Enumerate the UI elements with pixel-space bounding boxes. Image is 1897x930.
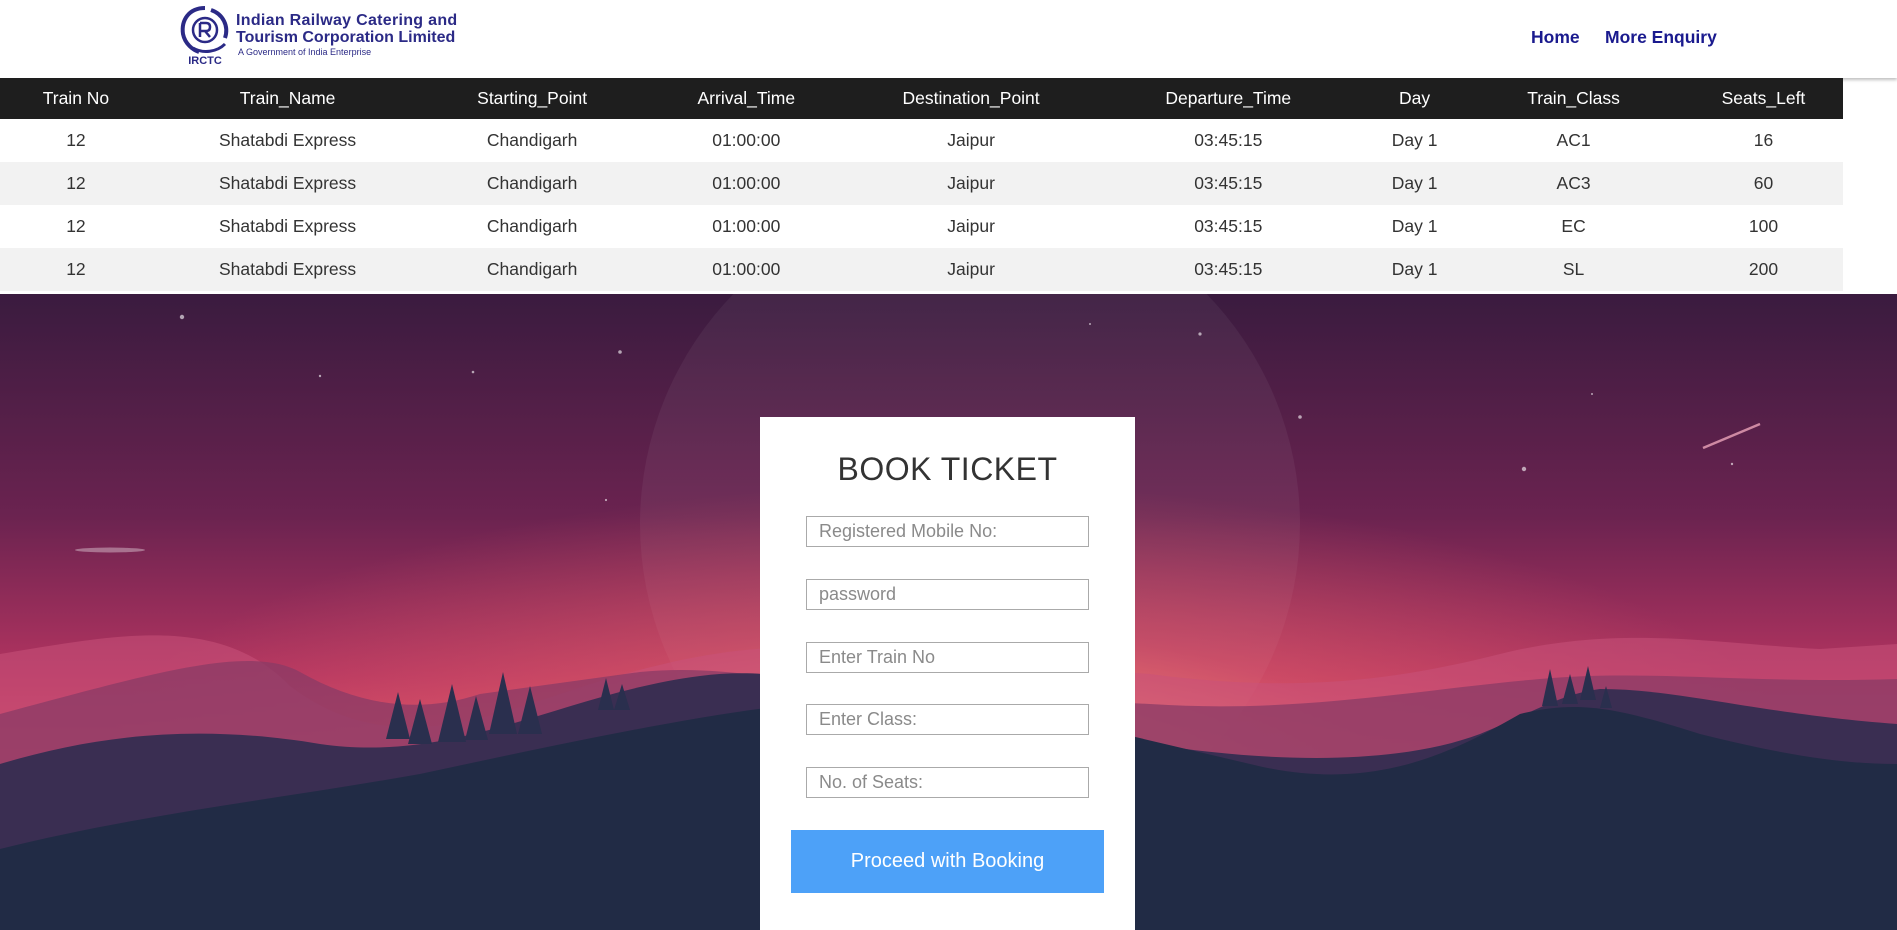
table-header-row: Train No Train_Name Starting_Point Arrival_… <box>0 78 1843 119</box>
column-header: Train No <box>42 88 110 108</box>
table-row: 12 Shatabdi Express Chandigarh 01:00:00 Jaip… <box>0 119 1843 162</box>
table-cell: Shatabdi Express <box>218 259 357 279</box>
column-header: Departure_Time <box>1165 88 1292 108</box>
table-cell: 01:00:00 <box>712 259 781 279</box>
table-cell: AC1 <box>1556 130 1591 150</box>
table-cell: 200 <box>1748 259 1779 279</box>
column-header: Train_Name <box>239 88 336 108</box>
table-row: 12 Shatabdi Express Chandigarh 01:00:00 Jaip… <box>0 205 1843 248</box>
table-cell: 12 <box>66 130 86 150</box>
table-cell: 60 <box>1753 173 1774 193</box>
table-cell: 01:00:00 <box>712 216 781 236</box>
table-cell: Chandigarh <box>486 259 578 279</box>
column-header: Destination_Point <box>902 88 1040 108</box>
table-cell: Shatabdi Express <box>218 216 357 236</box>
table-cell: Jaipur <box>947 216 995 236</box>
table-cell: Chandigarh <box>486 130 578 150</box>
column-header: Seats_Left <box>1721 88 1806 108</box>
class-input[interactable] <box>806 704 1089 735</box>
train-table: Train No Train_Name Starting_Point Arrival_… <box>0 78 1843 291</box>
proceed-booking-button[interactable]: Proceed with Booking <box>791 830 1104 893</box>
logo-text: IRCTC <box>188 55 222 66</box>
table-cell: 12 <box>66 259 86 279</box>
irctc-logo-icon: IRCTC <box>180 6 229 66</box>
site-header: IRCTC Indian Railway Catering and Touris… <box>0 0 1897 78</box>
table-cell: Day 1 <box>1391 216 1438 236</box>
brand-subtitle: A Government of India Enterprise <box>238 47 372 57</box>
table-cell: 12 <box>66 216 86 236</box>
table-cell: 01:00:00 <box>712 130 781 150</box>
brand-line-2: Tourism Corporation Limited <box>236 29 456 46</box>
table-cell: Day 1 <box>1391 173 1438 193</box>
table-body: 12 Shatabdi Express Chandigarh 01:00:00 Jaip… <box>0 119 1843 291</box>
table-row: 12 Shatabdi Express Chandigarh 01:00:00 Jaip… <box>0 162 1843 205</box>
nav-more-enquiry-link[interactable]: More Enquiry <box>1605 27 1717 48</box>
train-no-input[interactable] <box>806 642 1089 673</box>
nav-home-link[interactable]: Home <box>1531 27 1580 48</box>
form-title: BOOK TICKET <box>837 451 1058 487</box>
table-cell: AC3 <box>1556 173 1591 193</box>
table-row: 12 Shatabdi Express Chandigarh 01:00:00 Jaip… <box>0 248 1843 291</box>
table-cell: 03:45:15 <box>1194 173 1263 193</box>
password-input[interactable] <box>806 579 1089 610</box>
train-table-container: Train No Train_Name Starting_Point Arrival_… <box>0 78 1897 291</box>
table-cell: Jaipur <box>947 173 995 193</box>
mobile-input[interactable] <box>806 516 1089 547</box>
table-cell: Day 1 <box>1391 259 1438 279</box>
seats-input[interactable] <box>806 767 1089 798</box>
table-cell: Chandigarh <box>486 216 578 236</box>
table-cell: 03:45:15 <box>1194 216 1263 236</box>
column-header: Train_Class <box>1527 88 1620 108</box>
column-header: Starting_Point <box>477 88 588 108</box>
table-cell: 01:00:00 <box>712 173 781 193</box>
table-cell: Jaipur <box>947 130 995 150</box>
column-header: Arrival_Time <box>697 88 796 108</box>
table-cell: Shatabdi Express <box>218 173 357 193</box>
brand-line-1: Indian Railway Catering and <box>236 12 458 29</box>
column-header: Day <box>1399 88 1431 108</box>
table-cell: Jaipur <box>947 259 995 279</box>
book-ticket-card: BOOK TICKET Proceed with Booking <box>760 417 1135 930</box>
table-cell: Shatabdi Express <box>218 130 357 150</box>
table-cell: 12 <box>66 173 86 193</box>
table-cell: SL <box>1562 259 1585 279</box>
table-cell: 16 <box>1753 130 1774 150</box>
table-cell: EC <box>1561 216 1586 236</box>
table-cell: 03:45:15 <box>1194 259 1263 279</box>
table-cell: 100 <box>1748 216 1779 236</box>
table-cell: Day 1 <box>1391 130 1438 150</box>
table-cell: Chandigarh <box>486 173 578 193</box>
brand-name: Indian Railway Catering and Tourism Corp… <box>236 12 457 58</box>
table-cell: 03:45:15 <box>1194 130 1263 150</box>
